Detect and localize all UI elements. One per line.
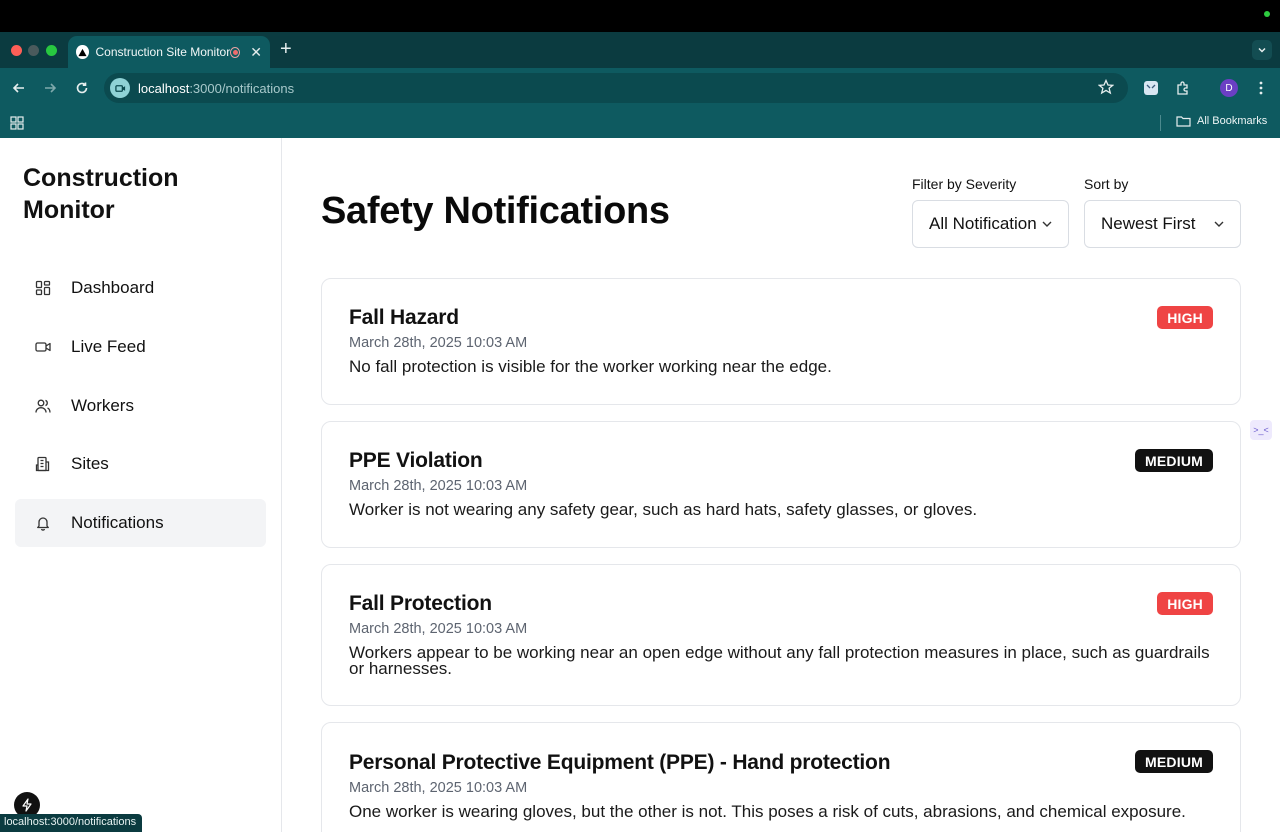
folder-icon [1176,116,1191,127]
notification-card[interactable]: Fall Hazard March 28th, 2025 10:03 AM No… [321,278,1241,405]
url-host: localhost [138,80,190,96]
close-window-button[interactable] [11,45,22,56]
sidebar-item-dashboard[interactable]: Dashboard [15,264,266,312]
reload-icon [76,82,88,94]
side-panel-extension-icon[interactable]: >_< [1250,420,1272,440]
bell-icon [35,515,51,531]
sidebar-item-label: Dashboard [71,278,155,297]
notification-card[interactable]: Personal Protective Equipment (PPE) - Ha… [321,722,1241,832]
triangle-favicon-icon [76,45,89,59]
recording-icon [230,46,241,58]
sort-group: Sort by Newest First [1084,176,1241,248]
notification-time: March 28th, 2025 10:03 AM [349,478,528,494]
sidebar-nav: Dashboard Live Feed Workers Sites Notifi… [15,264,266,558]
status-bar-url: localhost:3000/notifications [0,814,143,832]
severity-badge: HIGH [1157,306,1213,329]
chevron-down-icon [1042,221,1052,227]
notification-time: March 28th, 2025 10:03 AM [349,780,528,796]
notification-title: Fall Hazard [349,306,459,329]
video-icon [35,339,51,355]
sidebar-item-notifications[interactable]: Notifications [15,499,266,547]
kebab-menu-icon[interactable] [1251,78,1271,98]
tab-title: Construction Site Monitor [95,45,231,59]
severity-filter-label: Filter by Severity [912,176,1017,192]
notification-description: No fall protection is visible for the wo… [349,357,832,376]
notification-card[interactable]: Fall Protection March 28th, 2025 10:03 A… [321,564,1241,706]
all-bookmarks-button[interactable]: All Bookmarks [1176,115,1267,127]
forward-button[interactable] [40,78,60,98]
os-menu-bar [0,0,1280,32]
bookmark-star-icon[interactable] [1097,78,1115,100]
sidebar-item-label: Live Feed [71,336,146,356]
profile-avatar[interactable]: D [1220,79,1238,97]
new-tab-button[interactable]: + [280,39,292,59]
extension-icon[interactable] [1141,78,1161,98]
notification-description: Worker is not wearing any safety gear, s… [349,500,978,519]
apps-grid-icon[interactable] [10,116,24,135]
sidebar-item-label: Workers [71,395,134,415]
minimize-window-button[interactable] [28,45,39,56]
sort-label: Sort by [1084,176,1129,192]
sidebar-item-label: Sites [71,454,109,474]
severity-filter-value: All Notifications [929,214,1036,233]
close-tab-icon[interactable]: ✕ [250,45,262,59]
sidebar-item-label: Notifications [71,513,164,532]
url-path: :3000/notifications [189,80,295,96]
sort-value: Newest First [1101,214,1196,233]
severity-badge: MEDIUM [1135,750,1213,773]
maximize-window-button[interactable] [46,45,57,56]
notification-title: Fall Protection [349,592,492,615]
back-button[interactable] [9,78,29,98]
chevron-down-icon [1258,47,1266,53]
sidebar-item-sites[interactable]: Sites [15,440,266,488]
users-icon [35,398,51,414]
dashboard-icon [35,280,51,296]
bookmarks-divider [1160,115,1161,131]
tab-strip: Construction Site Monitor ✕ + [0,32,1280,68]
notification-list: Fall Hazard March 28th, 2025 10:03 AM No… [321,278,1241,832]
status-dot [1264,11,1270,17]
bookmarks-bar: All Bookmarks [0,108,1280,138]
notification-title: PPE Violation [349,449,483,472]
chevron-down-icon [1214,221,1224,227]
arrow-right-icon [45,83,57,93]
address-bar[interactable]: localhost:3000/notifications [104,73,1128,103]
severity-filter-group: Filter by Severity All Notifications [912,176,1069,248]
arrow-left-icon [12,83,24,93]
building-icon [35,456,51,472]
site-info-icon[interactable] [110,78,130,98]
main-content: Safety Notifications Filter by Severity … [282,138,1280,832]
sidebar-item-workers[interactable]: Workers [15,382,266,430]
page-title: Safety Notifications [321,190,670,232]
browser-toolbar: localhost:3000/notifications D [0,68,1280,108]
notification-time: March 28th, 2025 10:03 AM [349,621,528,637]
severity-badge: MEDIUM [1135,449,1213,472]
all-bookmarks-label: All Bookmarks [1197,115,1268,127]
puzzle-icon[interactable] [1173,78,1193,98]
sidebar: Construction Monitor Dashboard Live Feed… [0,138,282,832]
reload-button[interactable] [72,78,92,98]
notification-description: One worker is wearing gloves, but the ot… [349,802,1186,821]
notification-time: March 28th, 2025 10:03 AM [349,335,528,351]
tab-search-button[interactable] [1252,40,1272,60]
severity-filter-select[interactable]: All Notifications [912,200,1069,248]
severity-badge: HIGH [1157,592,1213,615]
notification-title: Personal Protective Equipment (PPE) - Ha… [349,751,891,774]
sort-select[interactable]: Newest First [1084,200,1241,248]
browser-tab[interactable]: Construction Site Monitor ✕ [68,36,270,68]
notification-description: Workers appear to be working near an ope… [349,643,1210,678]
app-brand: Construction Monitor [23,164,179,224]
notification-card[interactable]: PPE Violation March 28th, 2025 10:03 AM … [321,421,1241,548]
sidebar-item-live-feed[interactable]: Live Feed [15,323,266,371]
